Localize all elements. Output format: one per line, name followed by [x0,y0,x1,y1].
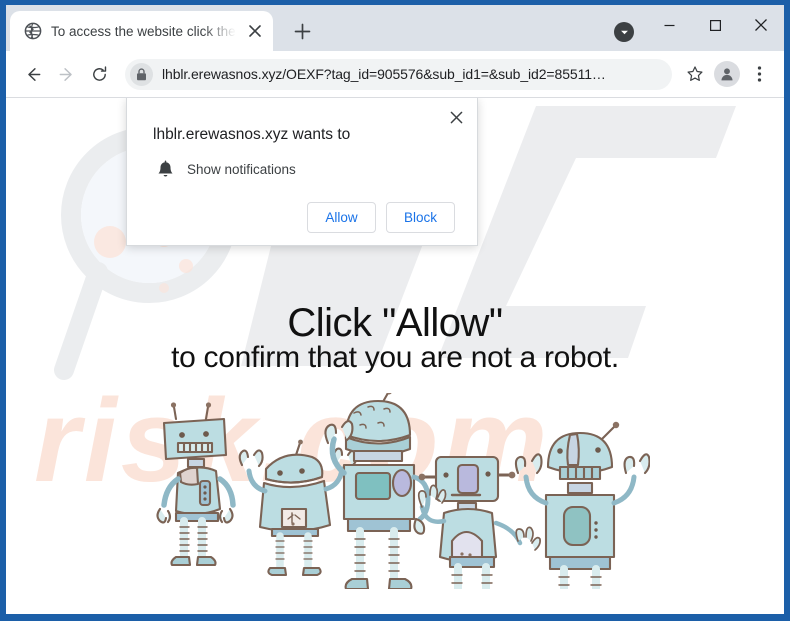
notification-permission-dialog: lhblr.erewasnos.xyz wants to Show notifi… [126,98,478,246]
permission-label: Show notifications [187,162,296,177]
page-title: Click "Allow" [287,301,503,345]
tab-strip: To access the website click the "A [6,5,784,51]
browser-window-inner: To access the website click the "A lhblr… [6,5,784,614]
star-icon[interactable] [680,59,710,89]
maximize-button[interactable] [692,5,738,45]
lock-icon[interactable] [130,62,153,86]
new-tab-button[interactable] [287,16,317,46]
close-button[interactable] [738,5,784,45]
address-bar-url: lhblr.erewasnos.xyz/OEXF?tag_id=905576&s… [162,66,606,82]
minimize-button[interactable] [646,5,692,45]
dialog-actions: Allow Block [143,179,461,233]
forward-button[interactable] [51,59,82,90]
tab-close-icon[interactable] [245,21,265,41]
browser-window: To access the website click the "A lhblr… [0,0,790,621]
page-subtitle: to confirm that you are not a robot. [171,341,619,374]
three-dots-icon[interactable] [744,59,774,89]
toolbar-right-actions [680,59,774,89]
browser-toolbar: lhblr.erewasnos.xyz/OEXF?tag_id=905576&s… [6,51,784,98]
page-viewport: risk.com Click "Allow" to confirm that y… [6,98,784,589]
browser-tab[interactable]: To access the website click the "A [10,11,273,51]
permission-row: Show notifications [143,144,461,179]
robots-illustration [140,388,651,589]
tab-title: To access the website click the "A [51,23,236,39]
reload-button[interactable] [84,59,115,90]
bell-icon [157,160,174,179]
globe-icon [24,22,42,40]
allow-button[interactable]: Allow [307,202,376,233]
window-controls [614,5,784,45]
address-bar[interactable]: lhblr.erewasnos.xyz/OEXF?tag_id=905576&s… [125,58,672,90]
dialog-title: lhblr.erewasnos.xyz wants to [153,126,351,143]
block-button[interactable]: Block [386,202,455,233]
back-button[interactable] [18,59,49,90]
close-icon[interactable] [445,106,467,128]
profile-avatar[interactable] [714,61,740,87]
tab-search-icon[interactable] [614,22,634,42]
